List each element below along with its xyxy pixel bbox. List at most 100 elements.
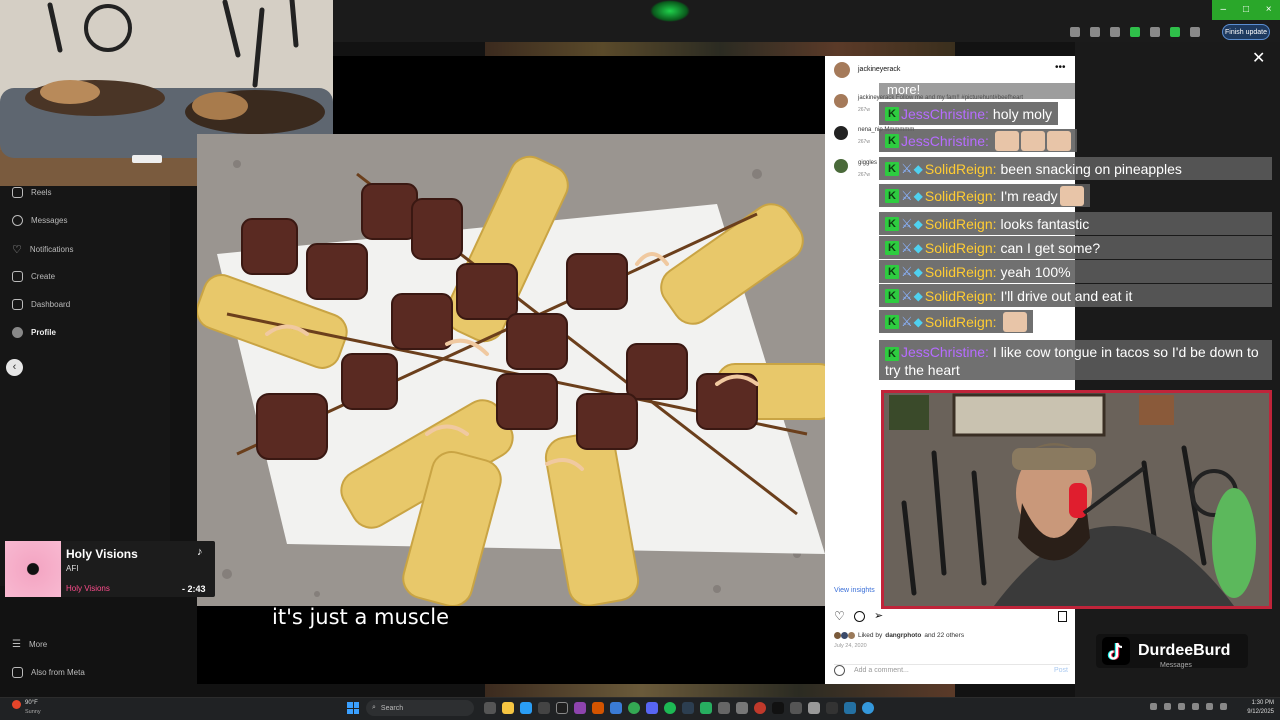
comment-time: 267w — [858, 172, 870, 178]
clock-time[interactable]: 1:30 PM — [1246, 700, 1274, 706]
app-icon[interactable] — [538, 702, 550, 714]
emoji-icon[interactable] — [834, 665, 845, 676]
app-icon[interactable] — [736, 702, 748, 714]
maximize-button[interactable]: □ — [1234, 0, 1258, 20]
chrome-icon[interactable] — [628, 702, 640, 714]
app-icon[interactable] — [862, 702, 874, 714]
previous-post-button[interactable]: ‹ — [6, 359, 23, 376]
finish-update-button[interactable]: Finish update — [1222, 24, 1270, 40]
comment-avatar[interactable] — [834, 159, 848, 173]
close-window-button[interactable]: × — [1257, 0, 1280, 20]
app-icon[interactable] — [682, 702, 694, 714]
sidebar-item-create[interactable]: Create — [12, 271, 55, 282]
sidebar-item-profile[interactable]: Profile — [12, 327, 56, 338]
file-explorer-icon[interactable] — [502, 702, 514, 714]
extension-green-icon-2[interactable] — [1170, 27, 1180, 37]
app-icon[interactable] — [826, 702, 838, 714]
gem-badge-icon: ◆ — [913, 216, 923, 231]
add-comment-input[interactable]: Add a comment... — [854, 667, 909, 674]
chat-emote — [1059, 185, 1084, 206]
app-icon[interactable] — [592, 702, 604, 714]
sidebar-item-label: Profile — [31, 328, 56, 337]
sidebar-item-notifications[interactable]: ♡ Notifications — [12, 243, 73, 256]
album-art — [5, 541, 61, 597]
chat-emote — [1020, 130, 1045, 151]
tray-app-icon[interactable] — [1164, 703, 1171, 710]
minimize-button[interactable]: – — [1212, 0, 1235, 20]
taskbar-search[interactable]: ⌕ Search — [366, 700, 474, 716]
dashboard-icon — [12, 299, 23, 310]
app-icon[interactable] — [610, 702, 622, 714]
comment-avatar[interactable] — [834, 94, 848, 108]
stream-caption: it's just a muscle — [272, 605, 450, 629]
sidebar-item-label: Notifications — [29, 245, 74, 254]
app-icon[interactable] — [754, 702, 766, 714]
gem-badge-icon: ◆ — [913, 288, 923, 303]
liker-avatar — [834, 632, 841, 639]
extension-icon-2[interactable] — [1150, 27, 1160, 37]
extension-icon[interactable] — [1110, 27, 1120, 37]
share-icon[interactable]: ➢ — [874, 609, 883, 622]
poster-username[interactable]: jackineyerack — [858, 66, 900, 73]
volume-icon[interactable] — [1220, 703, 1227, 710]
tray-chevron-icon[interactable] — [1150, 703, 1157, 710]
poster-avatar[interactable] — [834, 62, 850, 78]
chat-username: SolidReign: — [924, 215, 997, 232]
kick-badge-icon: K — [885, 240, 899, 255]
messages-label[interactable]: Messages — [1160, 662, 1192, 669]
like-heart-icon[interactable]: ♡ — [834, 609, 845, 623]
app-icon[interactable] — [790, 702, 802, 714]
settings-icon[interactable] — [718, 702, 730, 714]
post-date: July 24, 2020 — [834, 643, 867, 649]
app-icon[interactable] — [772, 702, 784, 714]
app-icon[interactable] — [574, 702, 586, 714]
comment-avatar[interactable] — [834, 126, 848, 140]
liked-by-user[interactable]: dangrphoto — [885, 632, 921, 639]
comment-text: giggles — [858, 160, 878, 166]
post-image-beef-heart-skewers[interactable] — [197, 134, 825, 606]
task-view-icon[interactable] — [484, 702, 496, 714]
background-image-strip-bottom — [485, 684, 955, 697]
star-icon[interactable] — [1090, 27, 1100, 37]
steam-icon[interactable] — [844, 702, 856, 714]
sidebar-item-more[interactable]: ☰ More — [12, 639, 47, 650]
spotify-icon[interactable] — [664, 702, 676, 714]
bookmark-icon[interactable] — [1058, 611, 1067, 622]
extension-green-icon[interactable] — [1130, 27, 1140, 37]
track-time-remaining: - 2:43 — [182, 584, 206, 594]
discord-icon[interactable] — [646, 702, 658, 714]
track-album: Holy Visions — [66, 584, 110, 593]
sidebar-item-also-from-meta[interactable]: Also from Meta — [12, 667, 85, 678]
app-icon[interactable] — [520, 702, 532, 714]
obs-icon[interactable] — [556, 702, 568, 714]
app-icon[interactable] — [808, 702, 820, 714]
weather-description[interactable]: Sunny — [25, 709, 41, 715]
chat-message: K ⚔ ◆ SolidReign: been snacking on pineapple… — [879, 157, 1272, 180]
app-icon[interactable] — [700, 702, 712, 714]
tray-app-icon[interactable] — [1178, 703, 1185, 710]
network-icon[interactable] — [1206, 703, 1213, 710]
search-icon: ⌕ — [372, 704, 376, 711]
sidebar-item-dashboard[interactable]: Dashboard — [12, 299, 70, 310]
gem-badge-icon: ◆ — [913, 314, 923, 329]
weather-icon[interactable] — [12, 700, 21, 709]
tiktok-username: DurdeeBurd — [1138, 642, 1231, 659]
liked-by-others[interactable]: and 22 others — [924, 632, 964, 639]
comment-icon[interactable] — [854, 611, 865, 622]
weather-temperature[interactable]: 90°F — [25, 700, 38, 706]
taskbar-apps — [484, 701, 874, 715]
post-comment-button[interactable]: Post — [1054, 667, 1068, 674]
view-insights-link[interactable]: View insights — [834, 587, 875, 594]
profile-icon[interactable] — [1190, 27, 1200, 37]
start-button[interactable] — [347, 702, 359, 714]
chat-emote — [1046, 130, 1071, 151]
clock-date[interactable]: 9/12/2025 — [1240, 709, 1274, 715]
more-options-icon[interactable]: ••• — [1055, 62, 1066, 73]
sword-badge-icon: ⚔ — [901, 313, 913, 329]
track-title: Holy Visions — [66, 547, 138, 561]
sidebar-item-messages[interactable]: Messages — [12, 215, 67, 226]
cast-icon[interactable] — [1070, 27, 1080, 37]
tray-app-icon[interactable] — [1192, 703, 1199, 710]
close-icon[interactable]: ✕ — [1252, 48, 1265, 68]
sidebar-item-reels[interactable]: Reels — [12, 187, 51, 198]
